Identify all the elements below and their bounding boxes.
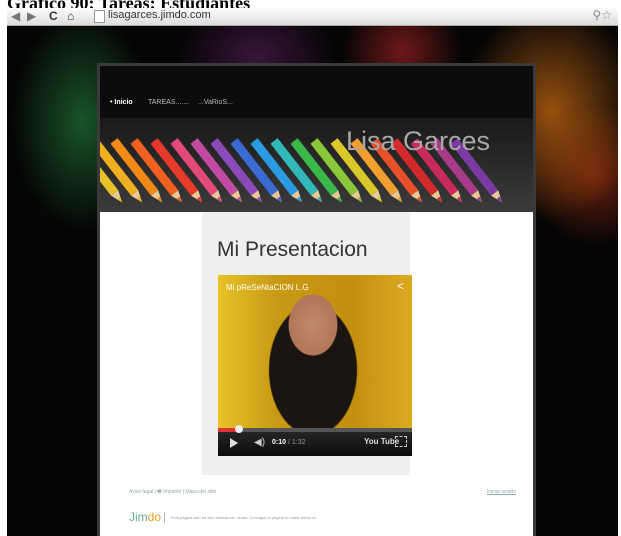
back-arrow-icon[interactable]: ◀ (11, 9, 20, 23)
forward-arrow-icon[interactable]: ▶ (27, 9, 36, 23)
video-controls: ◀) 0:10 / 1:32 You Tube (218, 425, 412, 456)
nav-item-varios[interactable]: ...VaRioS... (198, 99, 233, 106)
page-viewport: • Inicio TAREAS....... ...VaRioS... Lisa… (7, 26, 618, 536)
site-container: • Inicio TAREAS....... ...VaRioS... Lisa… (100, 66, 533, 536)
browser-toolbar: ◀ ▶ C ⌂ lisagarces.jimdo.com ⚲☆ (7, 8, 618, 26)
nav-item-tareas[interactable]: TAREAS....... (148, 99, 189, 106)
video-title[interactable]: Mi pReSeNtaCION L.G (226, 283, 309, 292)
youtube-logo-icon[interactable]: You Tube (364, 437, 399, 446)
footer-links[interactable]: Aviso legal | 🖶 Imprimir | Mapa del siti… (129, 489, 216, 497)
share-icon[interactable]: < (397, 279, 404, 293)
video-time: 0:10 / 1:32 (272, 439, 306, 446)
login-link[interactable]: Iniciar sesión (487, 489, 516, 495)
site-navigation: • Inicio TAREAS....... ...VaRioS... (100, 66, 533, 118)
jimdo-logo[interactable]: Jimdo (129, 510, 161, 524)
fullscreen-icon[interactable] (395, 436, 407, 447)
video-progress-bar[interactable] (218, 425, 412, 433)
nav-item-inicio[interactable]: • Inicio (110, 99, 133, 106)
video-scrubber[interactable] (235, 425, 244, 433)
home-icon[interactable]: ⌂ (67, 9, 74, 23)
video-player[interactable]: Mi pReSeNtaCION L.G < ◀) 0:10 / 1:32 You… (218, 275, 412, 456)
site-title: Lisa Garces (345, 126, 490, 156)
reload-icon[interactable]: C (49, 9, 58, 23)
content-area: Mi Presentacion Mi pReSeNtaCION L.G < ◀)… (202, 212, 412, 475)
footer-note[interactable]: Esta página web ha sido creada con Jimdo… (171, 515, 316, 520)
site-header: Lisa Garces (100, 118, 533, 212)
play-icon[interactable] (230, 438, 238, 448)
footer-divider (164, 512, 165, 523)
page-icon (94, 10, 105, 23)
address-bar[interactable]: lisagarces.jimdo.com (108, 9, 211, 21)
bookmark-star-icon[interactable]: ⚲☆ (592, 8, 612, 22)
page-heading: Mi Presentacion (217, 238, 368, 261)
volume-icon[interactable]: ◀) (254, 437, 265, 448)
